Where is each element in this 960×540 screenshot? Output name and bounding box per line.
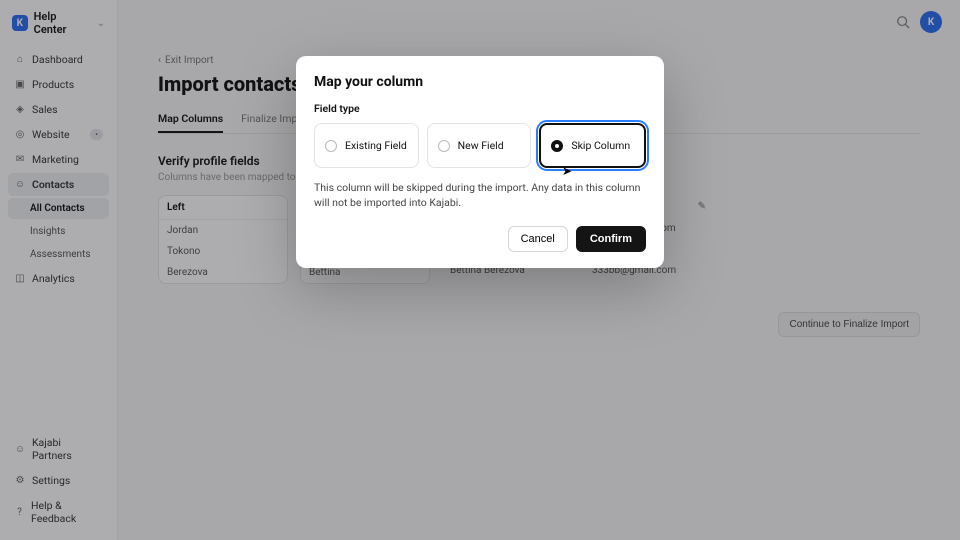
option-skip-column[interactable]: Skip Column <box>539 123 646 168</box>
modal-title: Map your column <box>314 74 646 90</box>
option-label: Existing Field <box>345 139 407 152</box>
option-label: New Field <box>458 139 504 152</box>
radio-icon <box>325 140 337 152</box>
confirm-button[interactable]: Confirm <box>576 226 646 252</box>
modal-actions: Cancel Confirm <box>314 226 646 252</box>
radio-icon <box>438 140 450 152</box>
modal-overlay[interactable]: Map your column Field type Existing Fiel… <box>0 0 960 540</box>
field-type-label: Field type <box>314 102 646 115</box>
radio-icon <box>551 140 563 152</box>
cancel-button[interactable]: Cancel <box>508 226 568 252</box>
map-column-modal: Map your column Field type Existing Fiel… <box>296 56 664 268</box>
option-label: Skip Column <box>571 139 630 152</box>
option-new-field[interactable]: New Field <box>427 123 532 168</box>
option-existing-field[interactable]: Existing Field <box>314 123 419 168</box>
modal-description: This column will be skipped during the i… <box>314 180 646 210</box>
field-type-options: Existing Field New Field Skip Column <box>314 123 646 168</box>
